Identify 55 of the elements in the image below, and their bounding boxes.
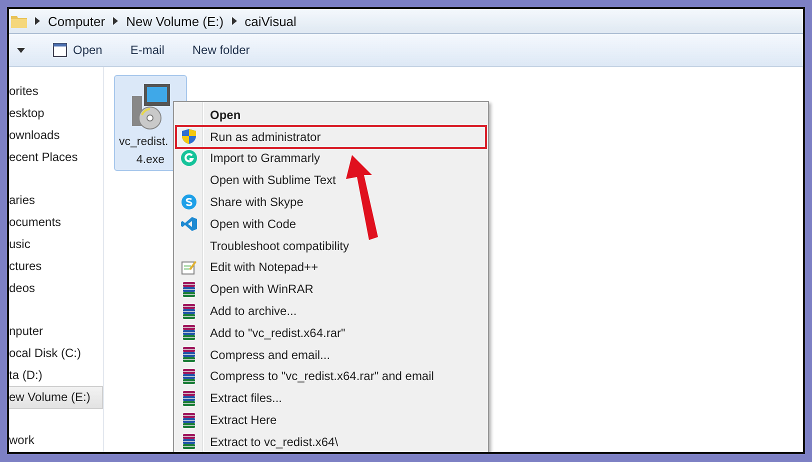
nav-item[interactable]: nputer [9, 320, 103, 343]
toolbar-button[interactable]: Open [53, 43, 102, 58]
nav-item[interactable]: ctures [9, 255, 103, 278]
nav-item[interactable]: orites [9, 80, 103, 103]
nav-item[interactable]: ecent Places [9, 146, 103, 169]
menu-item[interactable]: Extract Here [176, 409, 486, 431]
menu-item[interactable]: Compress and email... [176, 344, 486, 366]
g-logo-icon [181, 150, 197, 166]
menu-item[interactable]: Extract to vc_redist.x64\ [176, 430, 486, 452]
menu-item[interactable]: Add to "vc_redist.x64.rar" [176, 322, 486, 344]
menu-item[interactable]: Troubleshoot compatibility [176, 234, 486, 257]
menu-item[interactable]: Share with Skype [176, 191, 486, 213]
breadcrumb-arrow-icon [35, 17, 40, 26]
file-name: 4.exe [136, 153, 165, 168]
shield-icon [181, 128, 197, 146]
menu-item[interactable]: Open with Sublime Text [176, 169, 486, 192]
s-logo-icon [181, 194, 197, 210]
file-name: vc_redist. [119, 135, 168, 150]
book-stack-icon [181, 433, 197, 450]
nav-item[interactable]: usic [9, 233, 103, 256]
nav-item[interactable]: aries [9, 189, 103, 212]
breadcrumb-arrow-icon [113, 17, 118, 26]
code-editor-icon [181, 216, 197, 232]
toolbar-button[interactable]: New folder [192, 43, 250, 58]
nav-item[interactable]: deos [9, 277, 103, 300]
nav-item[interactable]: work [9, 429, 103, 452]
book-stack-icon [181, 412, 197, 429]
folder-icon [11, 14, 27, 28]
dropdown-caret-icon[interactable] [17, 48, 25, 53]
breadcrumb[interactable]: Computer [48, 14, 106, 29]
nav-item[interactable]: ocal Disk (C:) [9, 342, 103, 365]
nav-item[interactable]: ta (D:) [9, 364, 103, 387]
nav-item[interactable]: esktop [9, 102, 103, 125]
address-bar[interactable]: Computer New Volume (E:) caiVisual [9, 9, 803, 34]
menu-item[interactable]: Add to archive... [176, 300, 486, 322]
breadcrumb-arrow-icon [232, 17, 237, 26]
menu-item[interactable]: Compress to "vc_redist.x64.rar" and email [176, 366, 486, 388]
breadcrumb[interactable]: caiVisual [244, 14, 296, 29]
book-stack-icon [181, 324, 197, 342]
toolbar-button[interactable]: E-mail [130, 43, 164, 58]
book-stack-icon [181, 368, 197, 385]
nav-item[interactable]: ownloads [9, 124, 103, 147]
book-stack-icon [181, 280, 197, 298]
book-stack-icon [181, 390, 197, 407]
book-stack-icon [181, 346, 197, 364]
menu-item[interactable]: Open with Code [176, 212, 486, 235]
nav-item[interactable]: ocuments [9, 211, 103, 234]
nav-item[interactable]: ew Volume (E:) [9, 386, 103, 409]
menu-item[interactable]: Extract files... [176, 387, 486, 410]
breadcrumb[interactable]: New Volume (E:) [126, 14, 224, 29]
menu-item[interactable]: Open with WinRAR [176, 278, 486, 300]
menu-item[interactable]: Edit with Notepad++ [176, 256, 486, 278]
book-stack-icon [181, 302, 197, 320]
window-icon [53, 43, 67, 58]
notepad-icon [181, 259, 197, 276]
